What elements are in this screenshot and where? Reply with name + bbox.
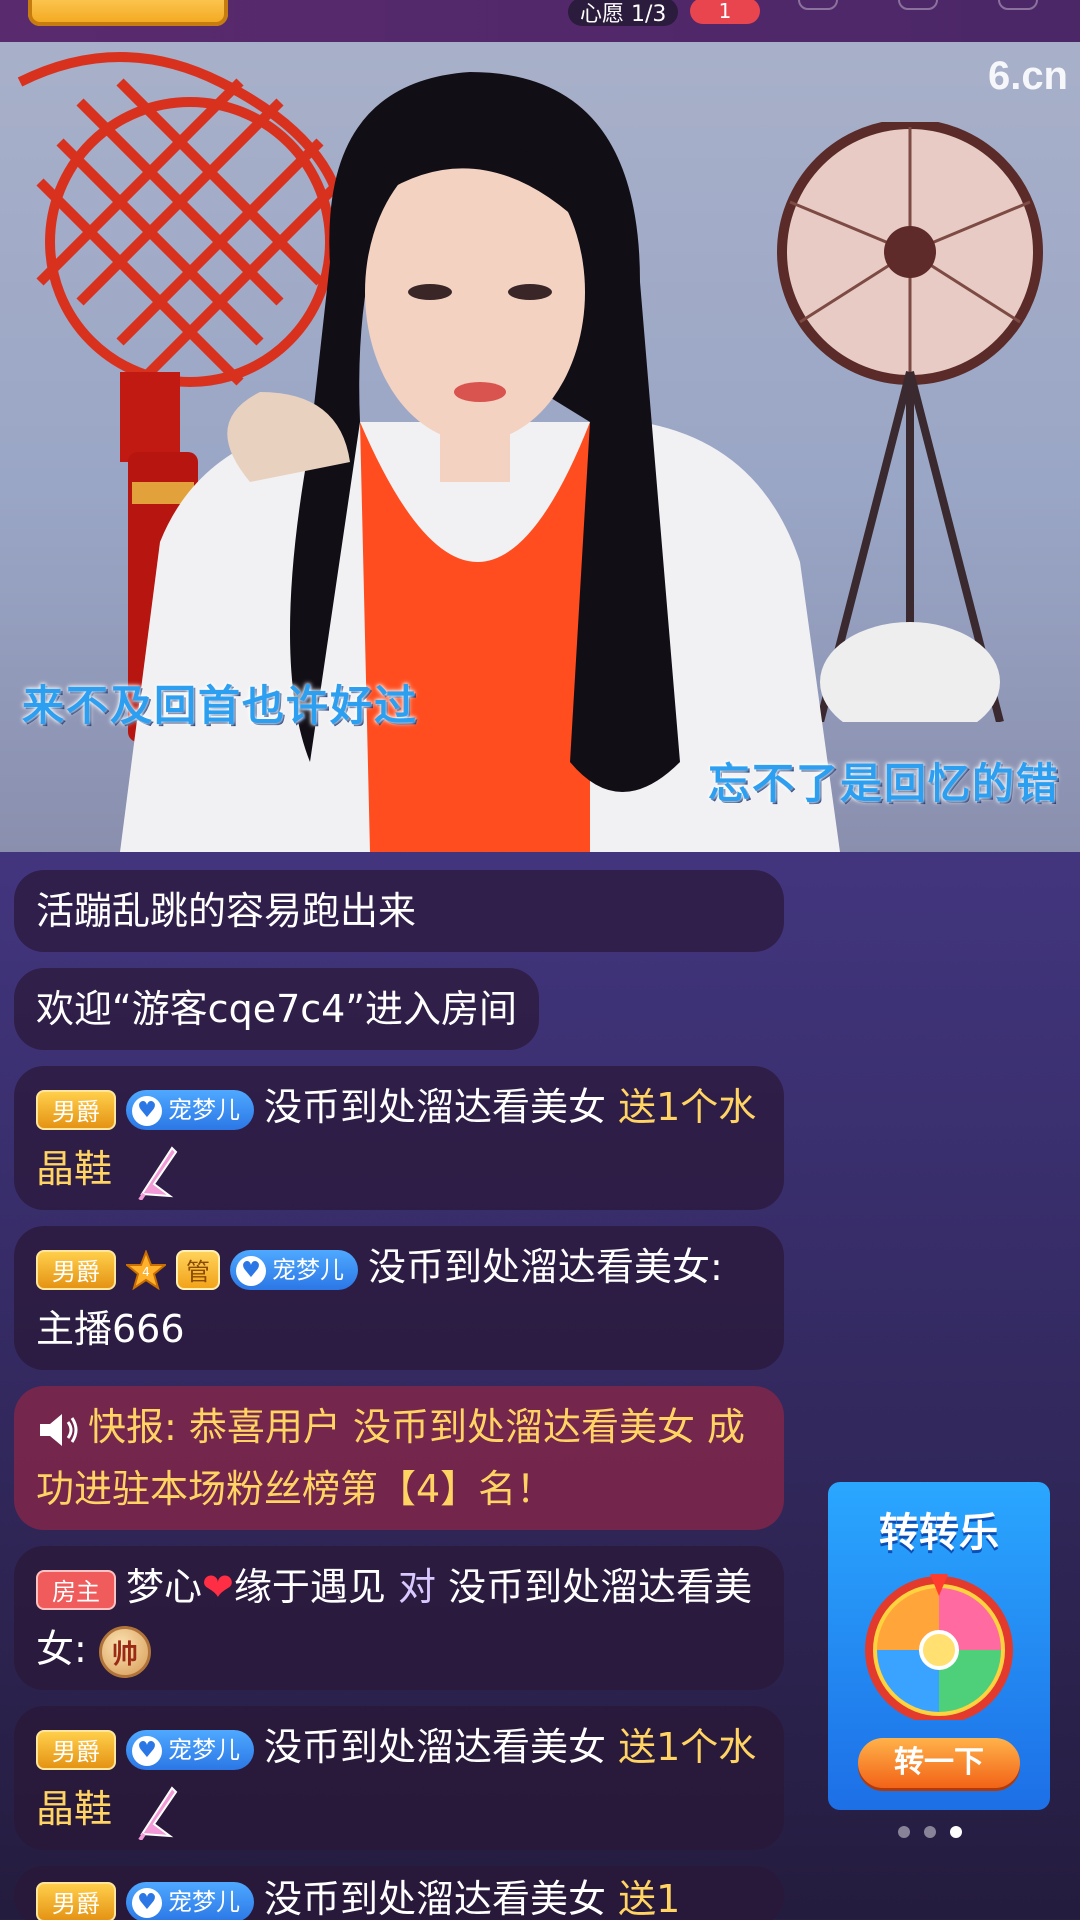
wish-progress-pill[interactable]: 心愿 1/3 [568, 0, 679, 27]
lyric-line-right: 忘不了是回忆的错 [707, 759, 1060, 808]
wish-label: 心愿 1/3 [580, 2, 667, 27]
chat-message-gift: 男爵 ♥ 宠梦儿 没币到处溜达看美女 送1个水晶鞋 [14, 1706, 784, 1850]
noble-badge: 男爵 [36, 1249, 116, 1290]
fan-club-badge[interactable]: ♥ 宠梦儿 [126, 1881, 254, 1920]
username[interactable]: 没币到处溜达看美女 [264, 1085, 606, 1129]
widget-title: 转转乐 [879, 1510, 999, 1556]
username[interactable]: 没币到处溜达看美女: [368, 1245, 723, 1289]
username-suffix: 缘于遇见 [233, 1565, 386, 1609]
username[interactable]: 梦心 [126, 1565, 202, 1609]
fan-club-badge[interactable]: ♥ 宠梦儿 [230, 1249, 358, 1290]
chat-message-gift-partial: 男爵 ♥ 宠梦儿 没币到处溜达看美女 送1 [14, 1866, 784, 1920]
chat-message-welcome: 欢迎“游客cqe7c4”进入房间 [14, 968, 540, 1050]
admin-badge: 管 [176, 1249, 220, 1290]
noble-badge: 男爵 [36, 1089, 116, 1130]
username[interactable]: 没币到处溜达看美女 [264, 1725, 606, 1769]
crystal-shoe-icon [138, 1145, 178, 1200]
live-video[interactable]: 6.cn 来不及回首也许好过 忘不了是回忆的错 [0, 42, 1080, 852]
fan-heart-icon: ♥ [132, 1735, 162, 1766]
streamer-figure [120, 72, 840, 852]
star-level-icon: 4 [126, 1249, 166, 1290]
gift-action-text: 送1 [618, 1877, 681, 1920]
room-owner-badge: 房主 [36, 1569, 116, 1610]
fan-heart-icon: ♥ [132, 1887, 162, 1918]
carousel-dots[interactable] [898, 1826, 962, 1838]
top-action-icon[interactable] [798, 0, 838, 10]
chat-message-gift: 男爵 ♥ 宠梦儿 没币到处溜达看美女 送1个水晶鞋 [14, 1066, 784, 1210]
count-badge[interactable]: 1 [690, 0, 760, 24]
spin-button[interactable]: 转一下 [858, 1738, 1020, 1788]
top-action-icon[interactable] [998, 0, 1038, 10]
to-word: 对 [397, 1565, 436, 1609]
noble-badge: 男爵 [36, 1881, 116, 1920]
fan-heart-icon: ♥ [132, 1095, 162, 1126]
crystal-shoe-icon [138, 1785, 178, 1840]
fan-heart-icon: ♥ [236, 1255, 266, 1286]
fan-club-name: 宠梦儿 [168, 1095, 240, 1124]
username[interactable]: 没币到处溜达看美女 [264, 1877, 606, 1920]
top-action-icon[interactable] [898, 0, 938, 10]
carousel-dot[interactable] [924, 1826, 936, 1838]
lucky-wheel-icon [865, 1574, 1013, 1720]
room-logo-badge[interactable] [28, 0, 228, 26]
carousel-dot-active[interactable] [950, 1826, 962, 1838]
fan-club-name: 宠梦儿 [168, 1887, 240, 1916]
notice-text: 快报: 恭喜用户 没币到处溜达看美女 成功进驻本场粉丝榜第【4】名！ [36, 1405, 746, 1511]
chat-message-owner: 房主 梦心❤缘于遇见 对 没币到处溜达看美女: 帅 [14, 1546, 784, 1690]
message-text: 主播666 [36, 1307, 185, 1351]
heart-icon: ❤ [202, 1565, 234, 1609]
fan-club-name: 宠梦儿 [272, 1255, 344, 1284]
lucky-wheel-widget[interactable]: 转转乐 转一下 [828, 1482, 1050, 1810]
welcome-text: 欢迎“游客cqe7c4”进入房间 [36, 987, 518, 1031]
speaker-icon [40, 1413, 78, 1446]
message-text: 活蹦乱跳的容易跑出来 [36, 889, 417, 933]
site-watermark: 6.cn [987, 54, 1068, 98]
chat-list[interactable]: 活蹦乱跳的容易跑出来 欢迎“游客cqe7c4”进入房间 男爵 ♥ 宠梦儿 没币到处溜达… [14, 870, 784, 1920]
top-bar: 心愿 1/3 1 [0, 0, 1080, 42]
svg-text:4: 4 [142, 1265, 150, 1279]
fan-club-name: 宠梦儿 [168, 1735, 240, 1764]
carousel-dot[interactable] [898, 1826, 910, 1838]
fan-club-badge[interactable]: ♥ 宠梦儿 [126, 1729, 254, 1770]
fan-club-badge[interactable]: ♥ 宠梦儿 [126, 1089, 254, 1130]
chat-message-text: 男爵 4 管 ♥ 宠梦儿 没币到处溜达看美女: 主播666 [14, 1226, 784, 1370]
chat-message-notice: 快报: 恭喜用户 没币到处溜达看美女 成功进驻本场粉丝榜第【4】名！ [14, 1386, 784, 1530]
lyric-line-left: 来不及回首也许好过 [22, 681, 419, 730]
noble-badge: 男爵 [36, 1729, 116, 1770]
handsome-coin-icon: 帅 [98, 1625, 151, 1678]
chat-message: 活蹦乱跳的容易跑出来 [14, 870, 784, 952]
